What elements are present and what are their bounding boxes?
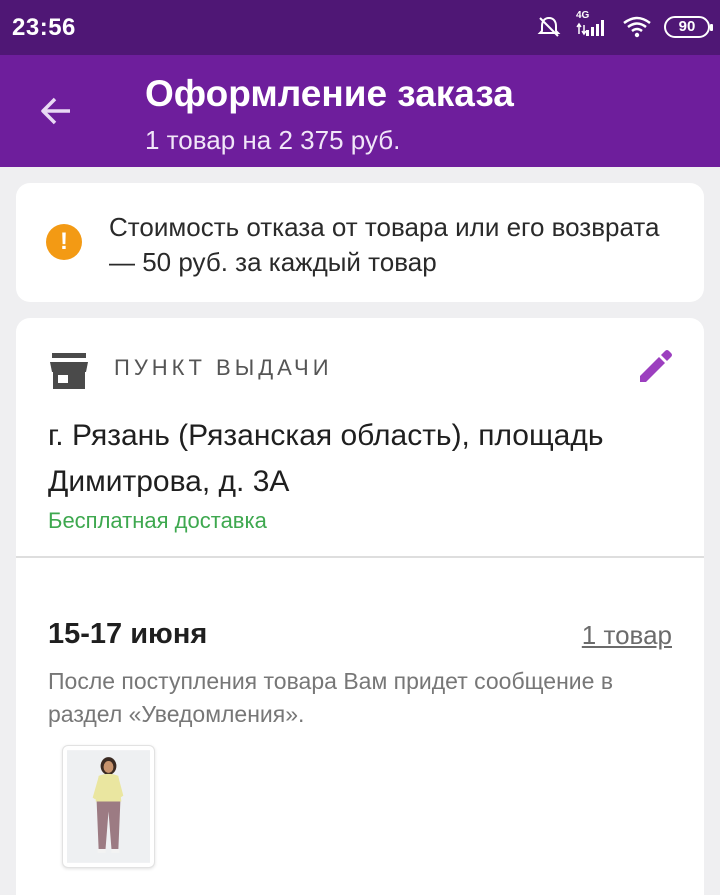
items-link[interactable]: 1 товар [582,620,672,651]
product-thumbnail[interactable] [62,745,155,868]
signal-icon: 4G [574,10,610,40]
edit-pickup-button[interactable] [634,346,676,388]
product-photo-icon [67,750,150,863]
pencil-icon [634,350,676,392]
delivery-status: Бесплатная доставка [48,508,267,533]
notice-text: Стоимость отказа от товара или его возвр… [109,212,660,277]
delivery-notification-note: После поступления товара Вам придет сооб… [48,668,614,727]
status-bar: 23:56 4G 90 [0,0,720,55]
store-icon [50,353,88,389]
pickup-point-card: ПУНКТ ВЫДАЧИ г. Рязань (Рязанская област… [16,318,704,895]
battery-icon: 90 [664,16,713,38]
app-bar: Оформление заказа 1 товар на 2 375 руб. [0,55,720,167]
status-icons: 4G 90 [536,10,713,42]
page-title: Оформление заказа [145,73,514,114]
divider [16,556,704,558]
order-summary: 1 товар на 2 375 руб. [145,125,401,155]
delivery-date: 15-17 июня [48,618,208,650]
network-type: 4G [576,10,590,21]
status-time: 23:56 [12,14,76,41]
arrow-left-icon [38,93,74,134]
back-button[interactable] [28,85,84,141]
warning-icon: ! [46,224,82,260]
pickup-address: г. Рязань (Рязанская область), площадь Д… [48,419,604,498]
section-label: ПУНКТ ВЫДАЧИ [114,355,333,380]
wifi-icon [622,15,652,39]
alarm-off-icon [536,14,562,40]
return-cost-notice: ! Стоимость отказа от товара или его воз… [16,183,704,302]
